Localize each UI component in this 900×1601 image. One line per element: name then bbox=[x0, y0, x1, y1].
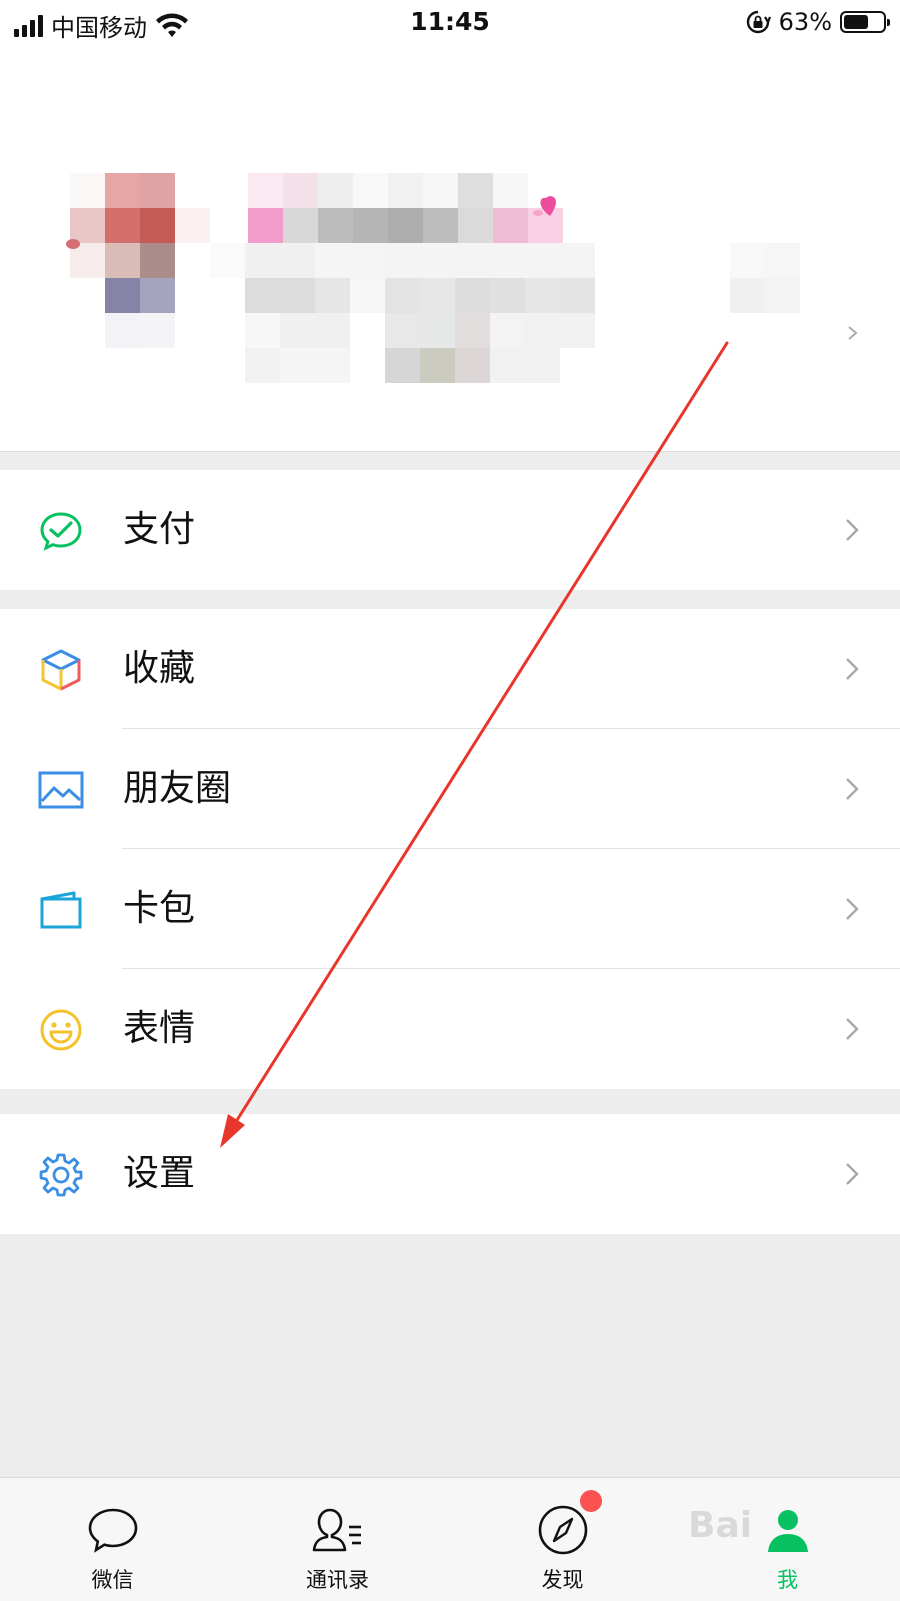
battery-icon bbox=[840, 11, 890, 33]
profile-chevron-icon bbox=[848, 326, 858, 340]
tab-label-contacts: 通讯录 bbox=[306, 1568, 369, 1592]
menu-label-settings: 设置 bbox=[123, 1153, 196, 1194]
battery-percent: 63% bbox=[778, 8, 832, 36]
menu-label-pay: 支付 bbox=[123, 509, 196, 550]
gear-icon bbox=[39, 1153, 83, 1197]
tab-label-discover: 发现 bbox=[541, 1568, 584, 1592]
discover-badge bbox=[580, 1490, 602, 1512]
qr-code-icon[interactable] bbox=[730, 243, 835, 313]
menu-item-moments[interactable]: 朋友圈 bbox=[0, 729, 900, 849]
chat-bubble-icon bbox=[88, 1508, 138, 1553]
chevron-right-icon bbox=[846, 1018, 859, 1040]
group-features: 收藏 朋友圈 卡包 表情 bbox=[0, 609, 900, 1089]
group-settings: 设置 bbox=[0, 1114, 900, 1234]
tab-bar: 微信 通讯录 发现 我 bbox=[0, 1477, 900, 1601]
chevron-right-icon bbox=[846, 898, 859, 920]
smile-icon bbox=[40, 1009, 82, 1051]
heart-emoji-icon bbox=[533, 196, 556, 216]
watermark: Bai bbox=[688, 1505, 753, 1546]
status-right: 63% bbox=[745, 8, 890, 36]
compass-icon bbox=[538, 1505, 588, 1555]
tab-contacts[interactable]: 通讯录 bbox=[225, 1478, 450, 1601]
tab-label-me: 我 bbox=[777, 1568, 798, 1592]
profile-header[interactable] bbox=[0, 46, 900, 452]
menu-item-favorites[interactable]: 收藏 bbox=[0, 609, 900, 729]
picture-icon bbox=[38, 771, 84, 809]
tab-chats[interactable]: 微信 bbox=[0, 1478, 225, 1601]
chevron-right-icon bbox=[846, 519, 859, 541]
menu-item-cards[interactable]: 卡包 bbox=[0, 849, 900, 969]
group-pay: 支付 bbox=[0, 470, 900, 590]
avatar[interactable] bbox=[66, 173, 210, 348]
chevron-right-icon bbox=[846, 778, 859, 800]
me-icon bbox=[768, 1510, 808, 1552]
contacts-icon bbox=[312, 1508, 361, 1552]
tab-label-chats: 微信 bbox=[91, 1568, 134, 1592]
menu-item-pay[interactable]: 支付 bbox=[0, 470, 900, 590]
nickname bbox=[248, 173, 568, 243]
wechat-id bbox=[210, 243, 630, 383]
cube-icon bbox=[41, 649, 81, 691]
chevron-right-icon bbox=[846, 1163, 859, 1185]
card-icon bbox=[40, 891, 82, 929]
menu-item-stickers[interactable]: 表情 bbox=[0, 969, 900, 1089]
menu-label-cards: 卡包 bbox=[123, 888, 196, 929]
wechat-pay-icon bbox=[40, 512, 82, 551]
battery-fill bbox=[844, 15, 868, 29]
menu-item-settings[interactable]: 设置 bbox=[0, 1114, 900, 1234]
rotation-lock-icon bbox=[746, 10, 771, 34]
chevron-right-icon bbox=[846, 658, 859, 680]
menu-label-moments: 朋友圈 bbox=[123, 768, 232, 809]
status-bar: 中国移动 11:45 63% bbox=[0, 0, 900, 46]
tab-discover[interactable]: 发现 bbox=[450, 1478, 675, 1601]
menu-label-stickers: 表情 bbox=[123, 1008, 196, 1049]
menu-label-favorites: 收藏 bbox=[123, 648, 196, 689]
